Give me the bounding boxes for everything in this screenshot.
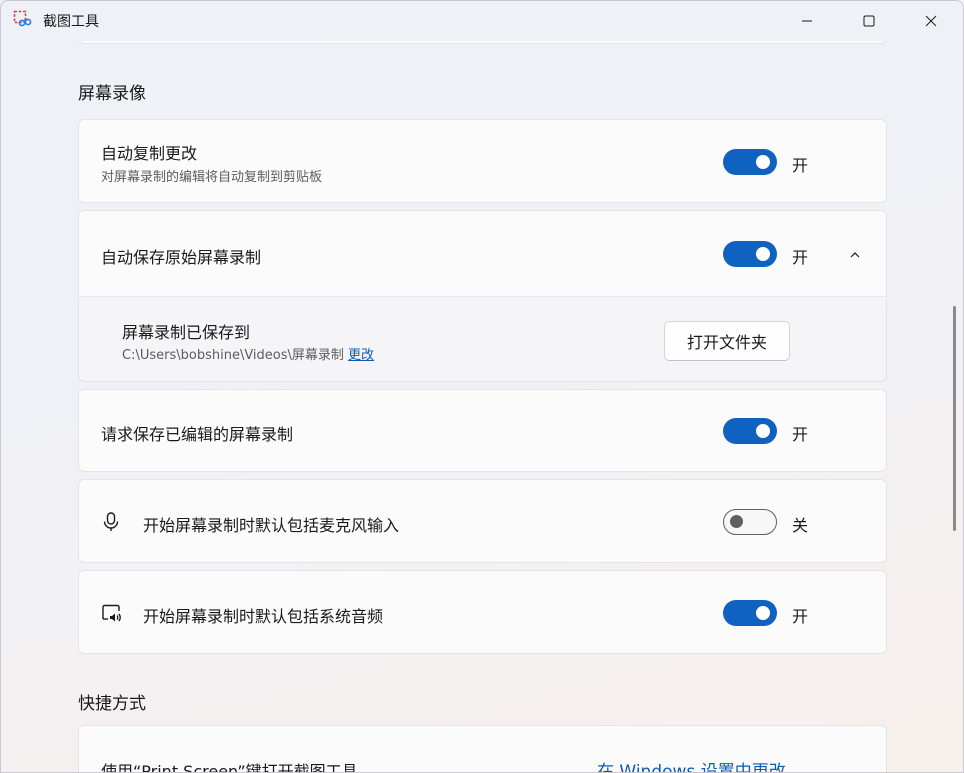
auto-copy-description: 对屏幕录制的编辑将自动复制到剪贴板 [101,170,323,185]
change-in-windows-settings-link[interactable]: 在 Windows 设置中更改 [597,757,786,772]
maximize-button[interactable] [838,1,900,41]
print-screen-label: 使用“Print Screen”键打开截图工具 [101,762,358,773]
change-location-link[interactable]: 更改 [348,348,374,363]
microphone-icon [99,510,123,534]
include-system-audio-toggle[interactable] [723,600,777,626]
vertical-scrollbar[interactable] [953,306,956,531]
saved-path: C:\Users\bobshine\Videos\屏幕录制 更改 [122,344,374,363]
toggle-knob [756,606,770,620]
open-folder-button[interactable]: 打开文件夹 [664,321,790,361]
snipping-tool-icon [13,10,33,30]
toggle-knob [756,247,770,261]
saved-to-label: 屏幕录制已保存到 [122,323,251,342]
include-mic-label: 开始屏幕录制时默认包括麦克风输入 [143,516,400,535]
minimize-icon [802,20,812,22]
toggle-knob [756,155,770,169]
toggle-knob [756,424,770,438]
auto-save-state: 开 [792,248,809,267]
section-title-shortcuts: 快捷方式 [78,694,146,714]
auto-copy-state: 开 [792,156,809,175]
ask-save-edited-toggle[interactable] [723,418,777,444]
setting-include-system-audio: 开始屏幕录制时默认包括系统音频 开 [78,570,887,654]
include-system-audio-label: 开始屏幕录制时默认包括系统音频 [143,607,384,626]
auto-save-toggle[interactable] [723,241,777,267]
include-mic-toggle[interactable] [723,509,777,535]
setting-include-mic: 开始屏幕录制时默认包括麦克风输入 关 [78,479,887,563]
close-icon [925,15,937,27]
chevron-up-icon [850,252,860,258]
include-system-audio-state: 开 [792,607,809,626]
snipping-tool-window: 截图工具 屏幕录像 自动复制更改 对屏幕录制的编辑将自动复制到剪贴板 开 自动保… [0,0,964,773]
auto-copy-toggle[interactable] [723,149,777,175]
maximize-icon [863,15,875,27]
setting-auto-save[interactable]: 自动保存原始屏幕录制 开 [78,210,887,297]
ask-save-edited-state: 开 [792,425,809,444]
auto-copy-label: 自动复制更改 [101,144,198,163]
minimize-button[interactable] [776,1,838,41]
section-title-screen-recording: 屏幕录像 [78,84,146,104]
include-mic-state: 关 [792,516,809,535]
setting-auto-copy: 自动复制更改 对屏幕录制的编辑将自动复制到剪贴板 开 [78,119,887,203]
ask-save-edited-label: 请求保存已编辑的屏幕录制 [101,425,294,444]
system-audio-icon [99,601,123,625]
setting-ask-save-edited: 请求保存已编辑的屏幕录制 开 [78,389,887,472]
saved-path-text: C:\Users\bobshine\Videos\屏幕录制 [122,348,344,363]
auto-save-label: 自动保存原始屏幕录制 [101,248,262,267]
setting-print-screen: 使用“Print Screen”键打开截图工具 在 Windows 设置中更改 [78,725,887,773]
app-title: 截图工具 [43,14,99,30]
auto-save-location-panel: 屏幕录制已保存到 C:\Users\bobshine\Videos\屏幕录制 更… [78,296,887,382]
title-bar: 截图工具 [1,1,963,41]
settings-content: 屏幕录像 自动复制更改 对屏幕录制的编辑将自动复制到剪贴板 开 自动保存原始屏幕… [1,41,951,773]
previous-card [78,41,887,44]
close-button[interactable] [900,1,962,41]
collapse-chevron-button[interactable] [843,243,867,267]
toggle-knob [730,515,743,528]
